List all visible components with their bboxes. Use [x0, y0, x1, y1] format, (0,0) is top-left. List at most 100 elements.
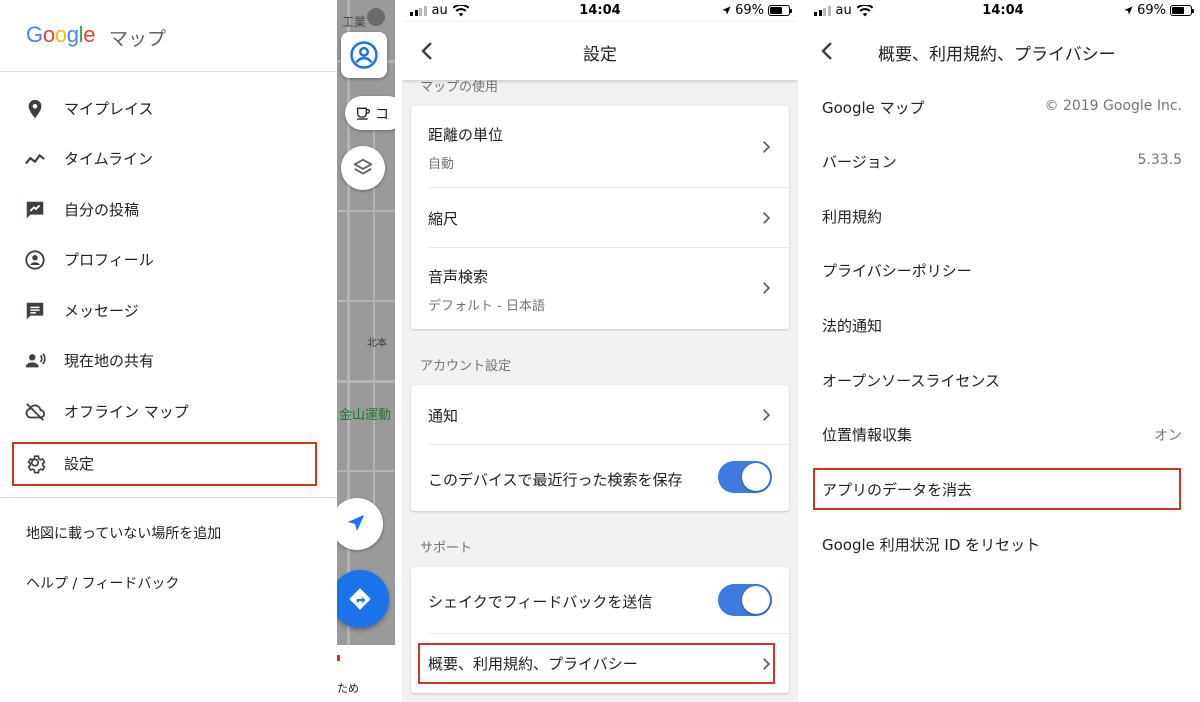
layers-button[interactable]	[341, 146, 385, 190]
drawer-item-location-sharing[interactable]: 現在地の共有	[0, 336, 337, 384]
red-dot-icon	[337, 655, 340, 661]
map-pin-icon	[367, 8, 385, 26]
layers-icon	[353, 158, 373, 175]
panel-gap	[395, 0, 402, 702]
chip-label: コ	[375, 107, 389, 123]
logo-letter: G	[26, 22, 43, 47]
directions-fab[interactable]	[337, 570, 389, 628]
battery-percent: 69%	[1137, 3, 1166, 18]
setting-value: デフォルト - 日本語	[428, 299, 545, 314]
map-label: 金山運動	[339, 408, 392, 423]
setting-label: このデバイスで最近行った検索を保存	[428, 471, 683, 489]
setting-row-distance-units[interactable]: 距離の単位 自動	[411, 106, 789, 187]
page-title: 概要、利用規約、プライバシー	[878, 45, 1116, 65]
about-row-legal-notices[interactable]: 法的通知	[806, 299, 1200, 353]
location-sharing-icon	[25, 353, 46, 368]
logo-letter: g	[66, 22, 79, 47]
my-location-button[interactable]	[337, 498, 383, 550]
highlight-box	[418, 643, 775, 684]
google-logo: Google	[26, 22, 95, 48]
settings-screen: au 14:04 69% 設定 マップの使用 距離の単位 自動 縮尺 音声検索 …	[402, 0, 798, 702]
about-value: 5.33.5	[1137, 152, 1182, 168]
drawer-item-my-places[interactable]: マイプレイス	[0, 84, 337, 132]
setting-row-notifications[interactable]: 通知	[411, 385, 789, 444]
help-feedback-link[interactable]: ヘルプ / フィードバック	[26, 573, 179, 593]
back-arrow-icon[interactable]	[816, 39, 840, 63]
about-label: 位置情報収集	[822, 426, 913, 444]
about-label: バージョン	[822, 153, 897, 171]
drawer-item-label: メッセージ	[64, 301, 139, 320]
nav-bar: 設定	[402, 22, 798, 80]
battery-icon	[1170, 5, 1194, 16]
setting-row-shake-feedback: シェイクでフィードバックを送信	[411, 567, 789, 633]
drawer-item-label: 自分の投稿	[64, 200, 140, 219]
drawer-item-label: オフライン マップ	[64, 402, 189, 421]
drawer-item-label: 現在地の共有	[64, 351, 155, 370]
offline-cloud-icon	[25, 403, 46, 421]
location-pin-icon	[28, 99, 42, 119]
about-label: オープンソースライセンス	[822, 372, 1001, 390]
app-title: マップ	[109, 28, 167, 50]
map-background[interactable]: 工業 コ 北本 金山運動 ため	[337, 0, 395, 702]
setting-label: 距離の単位	[428, 126, 504, 144]
logo-letter: o	[54, 22, 67, 47]
setting-label: 通知	[428, 407, 459, 425]
setting-row-save-searches: このデバイスで最近行った検索を保存	[411, 445, 789, 511]
account-button[interactable]	[341, 32, 387, 78]
drawer-item-offline-maps[interactable]: オフライン マップ	[0, 387, 337, 435]
logo-letter: o	[42, 22, 55, 47]
about-row-version: バージョン 5.33.5	[806, 135, 1200, 189]
about-label: プライバシーポリシー	[822, 262, 972, 280]
setting-label: 音声検索	[428, 268, 489, 286]
battery-icon	[768, 5, 792, 16]
map-label: 北本	[367, 338, 387, 349]
location-arrow-icon	[722, 6, 731, 15]
setting-row-scale[interactable]: 縮尺	[411, 188, 789, 247]
drawer-item-contributions[interactable]: 自分の投稿	[0, 185, 337, 233]
highlight-box	[12, 442, 317, 486]
save-searches-toggle[interactable]	[718, 461, 772, 493]
about-row-open-source-licenses[interactable]: オープンソースライセンス	[806, 354, 1200, 408]
chevron-right-icon	[763, 282, 771, 294]
about-row-terms[interactable]: 利用規約	[806, 190, 1200, 244]
message-icon	[26, 302, 44, 320]
page-title: 設定	[583, 45, 617, 65]
account-settings-card: 通知 このデバイスで最近行った検索を保存	[411, 385, 789, 511]
shake-feedback-toggle[interactable]	[718, 584, 772, 616]
setting-label: 縮尺	[428, 210, 459, 228]
about-row-privacy-policy[interactable]: プライバシーポリシー	[806, 244, 1200, 298]
about-value: オン	[1154, 428, 1182, 444]
contributions-icon	[26, 201, 44, 219]
about-label: Google マップ	[822, 99, 925, 117]
chevron-right-icon	[763, 141, 771, 153]
directions-icon	[349, 588, 371, 610]
chevron-right-icon	[763, 212, 771, 224]
logo-letter: e	[83, 22, 96, 47]
section-header: サポート	[420, 541, 473, 556]
drawer-item-messages[interactable]: メッセージ	[0, 286, 337, 334]
about-row-reset-usage-id[interactable]: Google 利用状況 ID をリセット	[806, 518, 1200, 572]
maps-drawer-screen: 工業 コ 北本 金山運動 ため Google マップ マイプレイス タイムライン…	[0, 0, 395, 702]
section-header: アカウント設定	[420, 359, 512, 374]
drawer-item-profile[interactable]: プロフィール	[0, 235, 337, 283]
account-circle-icon	[350, 41, 378, 69]
drawer-item-timeline[interactable]: タイムライン	[0, 134, 337, 182]
drawer-item-label: マイプレイス	[64, 99, 154, 118]
setting-row-voice-search[interactable]: 音声検索 デフォルト - 日本語	[411, 248, 789, 329]
drawer-item-label: タイムライン	[64, 149, 153, 168]
chevron-right-icon	[763, 409, 771, 421]
add-missing-place-link[interactable]: 地図に載っていない場所を追加	[26, 523, 221, 543]
cafe-chip[interactable]: コ	[345, 96, 395, 130]
about-label: 法的通知	[822, 317, 883, 335]
bottom-sheet[interactable]: ため	[337, 645, 395, 702]
drawer-item-label: プロフィール	[64, 250, 154, 269]
battery-info: 69%	[1123, 3, 1194, 18]
divider	[0, 497, 337, 498]
divider	[0, 71, 337, 72]
nav-bar: 概要、利用規約、プライバシー	[806, 22, 1200, 80]
panel-gap	[798, 0, 806, 702]
about-row-google-maps: Google マップ © 2019 Google Inc.	[806, 81, 1200, 135]
status-bar: au 14:04 69%	[402, 0, 798, 22]
about-row-location-collection[interactable]: 位置情報収集 オン	[806, 408, 1200, 462]
timeline-icon	[24, 154, 45, 165]
